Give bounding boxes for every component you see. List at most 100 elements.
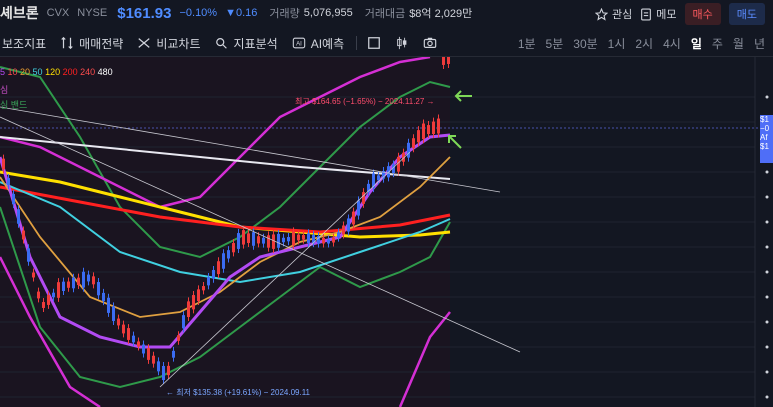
candle-body [342, 225, 345, 235]
candle-body [127, 328, 130, 340]
candle-body [97, 282, 100, 296]
candle-body [272, 234, 275, 249]
candle-body [252, 232, 255, 246]
candle-body [37, 291, 40, 299]
interval-selector: 1분 5분 30분 1시 2시 4시 일 주 월 년 [518, 30, 765, 56]
candle-body [92, 276, 95, 285]
interval-3[interactable]: 1시 [608, 35, 626, 52]
price-chart[interactable] [0, 57, 773, 407]
candle-body [407, 142, 410, 158]
interval-4[interactable]: 2시 [635, 35, 653, 52]
candle-body [292, 231, 295, 246]
candle-body [337, 232, 340, 238]
price-tick [765, 320, 769, 324]
indicator-button[interactable]: 보조지표 [2, 35, 46, 52]
candle-body [302, 235, 305, 240]
candle-body [167, 365, 170, 376]
candle-body [152, 355, 155, 364]
amount-label: 거래대금 [364, 8, 406, 20]
layout-button[interactable] [367, 36, 381, 50]
legend-line2: 심 [0, 85, 9, 95]
candle-body [442, 57, 445, 65]
candle-body [232, 243, 235, 253]
candle-body [157, 361, 160, 372]
candle-body [122, 324, 125, 334]
candle-body [222, 253, 225, 269]
low-annotation: ← 최저 $135.38 (+19.61%) − 2024.09.11 [166, 388, 311, 397]
ai-predict-button[interactable]: AI AI예측 [292, 35, 344, 52]
candle-body [277, 233, 280, 248]
interval-8[interactable]: 월 [733, 35, 744, 52]
camera-icon [423, 37, 437, 48]
ma-legend-20: 20 [20, 67, 33, 77]
compare-icon [138, 38, 150, 48]
volume-value: 5,076,955 [303, 7, 353, 19]
candle-body [197, 289, 200, 302]
price-tick [765, 245, 769, 249]
candle-body [7, 178, 10, 185]
sell-button[interactable]: 매도 [728, 3, 765, 25]
candle-body [237, 233, 240, 249]
candle-body [327, 239, 330, 244]
candle-body [417, 130, 420, 143]
candle-body [297, 234, 300, 241]
interval-0[interactable]: 1분 [518, 35, 536, 52]
price-axis-tag: $1 −0 Af $1 [760, 115, 773, 163]
toolbar-label-ai: AI예측 [310, 36, 345, 51]
compare-button[interactable]: 비교차트 [137, 35, 201, 52]
candle-body [422, 123, 425, 140]
candle-body [162, 365, 165, 381]
interval-9[interactable]: 년 [754, 35, 765, 52]
svg-text:AI: AI [296, 41, 302, 48]
green-arrow-down [448, 135, 462, 149]
candle-body [117, 318, 120, 326]
candle-body [332, 237, 335, 243]
candle-body [362, 192, 365, 204]
candle-body [107, 297, 110, 313]
candle-body [142, 344, 145, 354]
change-absolute: ▼0.16 [225, 7, 258, 19]
stock-header: 셰브론 CVX NYSE $161.93 −0.10% ▼0.16 거래량 5,… [0, 0, 773, 26]
candle-body [147, 348, 150, 360]
ma-legend-120: 120 [45, 67, 63, 77]
candle-type-button[interactable] [395, 36, 409, 50]
interval-2[interactable]: 30분 [573, 35, 597, 52]
high-annotation: 최고 $164.65 (−1.65%) − 2024.11.27 → [295, 97, 435, 106]
candle-body [212, 269, 215, 279]
interval-1[interactable]: 5분 [546, 35, 564, 52]
memo-icon [641, 8, 652, 20]
analysis-button[interactable]: 지표분석 [215, 35, 278, 52]
interval-5[interactable]: 4시 [663, 35, 681, 52]
stock-name: 셰브론 [0, 5, 39, 21]
watch-button[interactable]: 관심 [595, 6, 632, 22]
candle-body [287, 237, 290, 242]
candle-body [357, 200, 360, 216]
candle-body [87, 274, 90, 282]
candle-body [62, 281, 65, 291]
analysis-icon [215, 38, 227, 49]
candle-body [377, 175, 380, 181]
candle-body [102, 292, 105, 302]
candle-body [267, 235, 270, 248]
candle-body [82, 271, 85, 288]
price-tick [765, 95, 769, 99]
price-tick [765, 345, 769, 349]
screenshot-button[interactable] [423, 36, 437, 50]
current-price: $161.93 [117, 4, 172, 22]
strategy-button[interactable]: 매매전략 [60, 35, 123, 52]
price-tick [765, 270, 769, 274]
header-actions: 관심 메모 매수 매도 [595, 3, 765, 25]
candle-body [192, 295, 195, 310]
interval-6[interactable]: 일 [691, 35, 702, 52]
change-percent: −0.10% [179, 7, 218, 19]
toolbar-label-indicator: 보조지표 [2, 36, 47, 51]
candle-body [307, 233, 310, 244]
buy-button[interactable]: 매수 [684, 3, 721, 25]
toolbar-label-analysis: 지표분석 [233, 36, 278, 51]
interval-7[interactable]: 주 [712, 35, 723, 52]
ma-legend-200: 200 [62, 67, 81, 77]
memo-button[interactable]: 메모 [640, 6, 677, 22]
chart-toolbar: 보조지표 매매전략 비교차트 지표분석 AI AI예측 1분 5분 30분 1시 2시 4… [0, 30, 773, 57]
ma-legend-10: 10 [7, 67, 21, 77]
candle-body [447, 57, 450, 64]
